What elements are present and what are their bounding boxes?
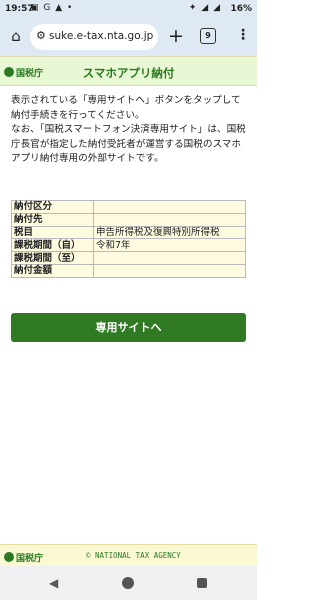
page-footer: 国税庁 © NATIONAL TAX AGENCY [0,544,257,566]
payment-info-table: 納付区分 納付先 税目 申告所得税及復興特別所得税 課税期間（自） 令和7年 課… [11,200,246,278]
instruction-text-2: なお、「国税スマートフォン決済専用サイト」は、国税庁長官が指定した納付受託者が運… [11,124,246,164]
dedicated-site-button[interactable]: 専用サイトへ [11,313,246,342]
table-row: 納付金額 [11,263,246,278]
notification-icons: ▣ G ▲ • [30,3,74,13]
tab-switcher-button[interactable]: 9 [200,28,216,44]
row-label: 納付金額 [11,263,94,278]
system-nav-bar: ◀ [0,566,257,600]
menu-icon[interactable]: ⋮ [236,27,250,43]
home-icon[interactable]: ⌂ [6,26,26,46]
address-bar[interactable]: ⚙ suke.e-tax.nta.go.jp [30,24,158,50]
footer-logo-text: 国税庁 [16,554,44,564]
table-row: 納付先 [11,212,246,227]
row-label: 税目 [11,225,94,240]
page-header: 国税庁 スマホアプリ納付 [0,56,257,86]
instruction-text-1: 表示されている「専用サイトへ」ボタンをタップして納付手続きを行ってください。 [11,95,241,121]
row-value: 令和7年 [93,238,246,253]
row-label: 課税期間（至） [11,251,94,265]
table-row: 納付区分 [11,200,246,214]
copyright-text: © NATIONAL TAX AGENCY [86,551,181,560]
home-button-icon[interactable] [122,577,134,589]
table-row: 課税期間（自） 令和7年 [11,238,246,253]
browser-toolbar: ⌂ ⚙ suke.e-tax.nta.go.jp + 9 ⋮ [0,18,257,56]
signal-icons: ✦ ◢ ◢ [188,3,221,13]
battery-level: 16% [230,4,252,14]
instructions: 表示されている「専用サイトへ」ボタンをタップして納付手続きを行ってください。 な… [11,94,249,167]
url-text[interactable]: suke.e-tax.nta.go.jp [49,30,155,42]
row-label: 納付区分 [11,200,94,214]
table-row: 課税期間（至） [11,251,246,265]
row-value [93,212,246,227]
recents-icon[interactable] [197,578,207,588]
row-value [93,263,246,278]
row-label: 課税期間（自） [11,238,94,253]
row-value: 申告所得税及復興特別所得税 [93,225,246,240]
row-label: 納付先 [11,212,94,227]
footer-logo[interactable]: 国税庁 [4,551,43,564]
nta-logo-icon [4,552,14,562]
page-title: スマホアプリ納付 [82,66,175,80]
row-value [93,251,246,265]
status-bar: 19:57 ▣ G ▲ • ✦ ◢ ◢ 16% [0,0,257,18]
row-value [93,200,246,214]
new-tab-icon[interactable]: + [168,25,184,47]
table-row: 税目 申告所得税及復興特別所得税 [11,225,246,240]
site-info-icon[interactable]: ⚙ [36,29,46,42]
back-icon[interactable]: ◀ [49,576,58,590]
